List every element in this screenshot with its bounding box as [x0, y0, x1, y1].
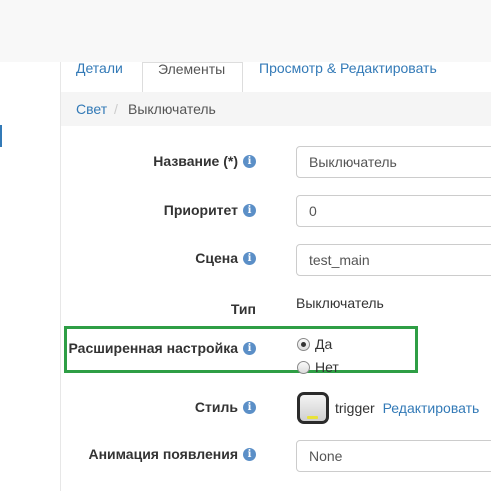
type-label-row: Тип: [231, 300, 256, 318]
tab-view-edit-label: Просмотр & Редактировать: [259, 60, 437, 76]
tab-details[interactable]: Детали: [76, 60, 146, 96]
tab-elements-label: Элементы: [158, 61, 226, 77]
name-input[interactable]: Выключатель: [296, 146, 491, 178]
breadcrumb: Свет / Выключатель: [61, 92, 491, 126]
scene-label-row: Сцена i: [195, 249, 256, 267]
advanced-option-yes[interactable]: Да: [297, 336, 332, 352]
tab-view-edit[interactable]: Просмотр & Редактировать: [259, 60, 459, 96]
radio-button[interactable]: [297, 360, 310, 374]
name-label: Название (*): [153, 153, 238, 169]
advanced-label-row: Расширенная настройка i: [69, 339, 256, 357]
style-edit-link[interactable]: Редактировать: [383, 400, 480, 416]
style-value: trigger: [335, 400, 375, 416]
sidebar-divider: [60, 62, 61, 491]
info-icon[interactable]: i: [243, 154, 256, 168]
info-icon[interactable]: i: [243, 341, 256, 355]
info-icon[interactable]: i: [243, 203, 256, 217]
style-label-row: Стиль i: [195, 398, 256, 416]
priority-input[interactable]: 0: [296, 195, 491, 227]
style-text: trigger Редактировать: [335, 400, 479, 416]
breadcrumb-separator: /: [114, 101, 118, 117]
name-label-row: Название (*) i: [153, 152, 256, 170]
style-preview-icon[interactable]: [297, 392, 329, 424]
tab-details-label: Детали: [76, 60, 123, 76]
animation-select[interactable]: None: [296, 440, 491, 472]
sidebar-active-indicator: [0, 125, 2, 147]
info-icon[interactable]: i: [243, 251, 256, 265]
top-navbar: [0, 0, 491, 62]
advanced-option-no-label: Нет: [315, 359, 339, 375]
animation-label-row: Анимация появления i: [88, 445, 256, 463]
priority-label: Приоритет: [163, 202, 238, 218]
info-icon[interactable]: i: [243, 400, 256, 414]
breadcrumb-parent-link[interactable]: Свет: [76, 101, 107, 117]
advanced-option-yes-label: Да: [315, 336, 333, 352]
breadcrumb-current: Выключатель: [128, 101, 216, 117]
style-label: Стиль: [194, 399, 238, 415]
type-value: Выключатель: [296, 295, 384, 311]
priority-label-row: Приоритет i: [164, 201, 256, 219]
tab-bar: Детали Элементы Просмотр & Редактировать: [61, 60, 491, 98]
advanced-settings-label: Расширенная настройка: [68, 340, 238, 356]
advanced-option-no[interactable]: Нет: [297, 359, 339, 375]
type-label: Тип: [230, 301, 256, 317]
radio-button-checked[interactable]: [297, 337, 310, 351]
scene-select[interactable]: test_main: [296, 244, 491, 276]
scene-label: Сцена: [195, 250, 238, 266]
animation-label: Анимация появления: [88, 446, 238, 462]
info-icon[interactable]: i: [243, 447, 256, 461]
